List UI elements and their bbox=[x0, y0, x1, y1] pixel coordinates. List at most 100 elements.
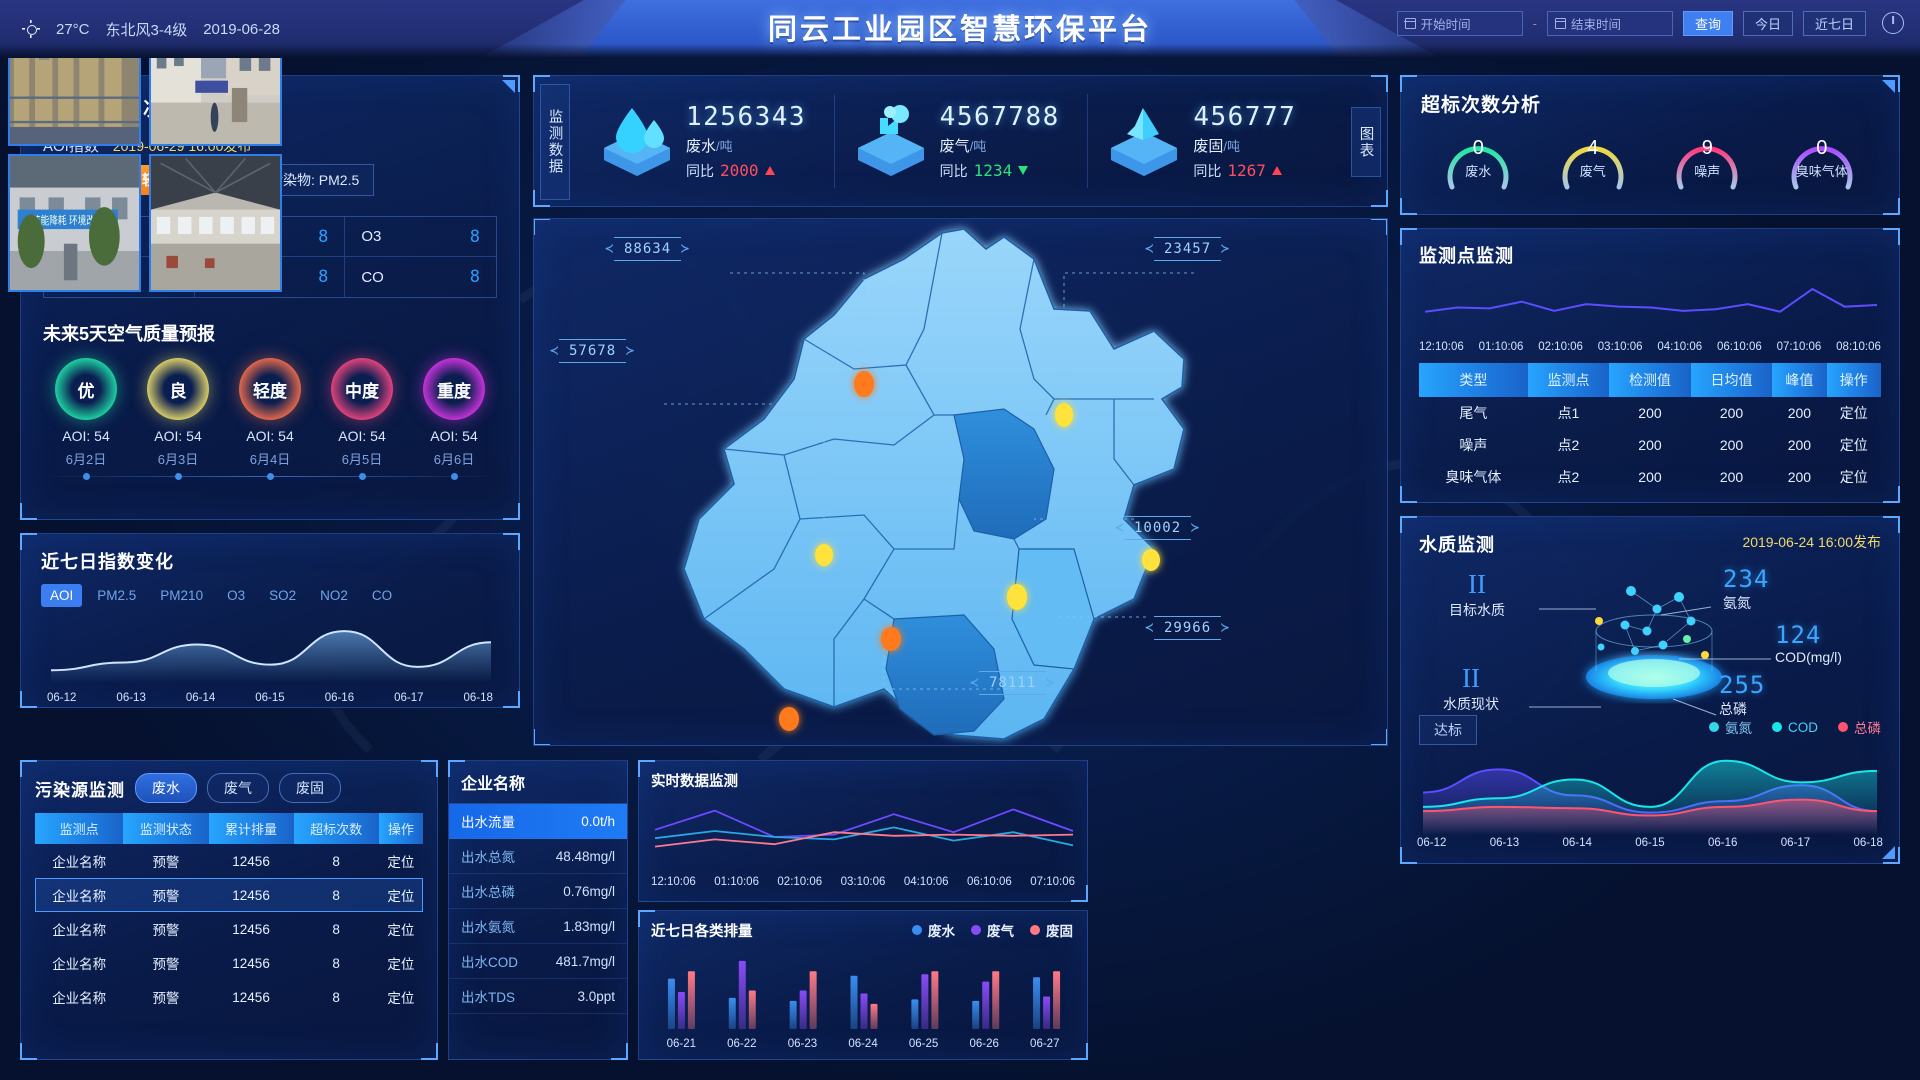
forecast-aoi: AOI: 54 bbox=[62, 428, 110, 444]
enterprise-metric-出水总氮[interactable]: 出水总氮 48.48mg/l bbox=[449, 839, 627, 874]
today-button[interactable]: 今日 bbox=[1742, 10, 1793, 36]
locate-action[interactable]: 定位 bbox=[378, 878, 423, 912]
camera-4[interactable] bbox=[149, 154, 282, 292]
chart-toggle-button[interactable]: 图表 bbox=[1351, 107, 1381, 177]
map-data-label[interactable]: 10002 bbox=[1124, 516, 1192, 540]
forecast-level-circle: 优 bbox=[55, 358, 117, 420]
camera-3[interactable]: 节能降耗 环境改善 bbox=[8, 154, 141, 292]
enterprise-metric-出水总磷[interactable]: 出水总磷 0.76mg/l bbox=[449, 874, 627, 909]
index-tab-pm210[interactable]: PM210 bbox=[151, 584, 212, 607]
table-row[interactable]: 企业名称 预警 12456 8 定位 bbox=[35, 912, 423, 946]
end-date-input[interactable]: 结束时间 bbox=[1546, 10, 1673, 36]
enterprise-metric-list: 出水流量 0.0t/h 出水总氮 48.48mg/l 出水总磷 0.76mg/l 出水氨氮 1… bbox=[449, 804, 627, 1014]
legend-color-dot bbox=[912, 925, 922, 935]
table-body: 企业名称 预警 12456 8 定位 企业名称 预警 12456 8 定位 企业名称 预警 12456 8… bbox=[35, 844, 423, 1014]
table-row[interactable]: 臭味气体 点2 200 200 200 定位 bbox=[1419, 461, 1881, 493]
query-button[interactable]: 查询 bbox=[1682, 10, 1733, 36]
legend-item-废水: 废水 bbox=[912, 920, 955, 940]
exceed-gauge-噪声: 9 噪声 bbox=[1667, 125, 1747, 191]
cell-point: 点1 bbox=[1557, 405, 1580, 421]
monitor-points-time-axis: 12:10:06 01:10:06 02:10:06 03:10:06 04:10:06… bbox=[1419, 341, 1881, 353]
axis-tick-label: 06-18 bbox=[463, 692, 493, 704]
target-grade-value: II bbox=[1468, 569, 1486, 599]
forecast-timeline-dot bbox=[266, 473, 274, 480]
map-data-label[interactable]: 88634 bbox=[614, 237, 682, 261]
index-trend-tabs: AOI PM2.5 PM210 O3 SO2 NO2 CO bbox=[41, 584, 499, 607]
tab-waste-gas[interactable]: 废气 bbox=[207, 773, 269, 803]
emission-bar-legend: 废水 废气 废固 bbox=[912, 920, 1073, 940]
index-tab-co[interactable]: CO bbox=[363, 584, 401, 607]
power-icon[interactable] bbox=[1882, 12, 1904, 34]
axis-tick-label: 06-23 bbox=[787, 1038, 818, 1050]
axis-tick-label: 07:10:06 bbox=[1776, 341, 1822, 353]
enterprise-metric-出水流量[interactable]: 出水流量 0.0t/h bbox=[449, 804, 627, 839]
pollutant-name: O3 bbox=[361, 228, 382, 245]
locate-action[interactable]: 定位 bbox=[379, 844, 423, 878]
compare-value: 1234 bbox=[973, 161, 1013, 180]
monitoring-metric-废气: 4567788 废气/吨 同比 1234 bbox=[833, 76, 1088, 206]
trend-down-icon bbox=[1018, 166, 1029, 175]
region-map-svg[interactable] bbox=[534, 219, 1388, 746]
table-row[interactable]: 噪声 点2 200 200 200 定位 bbox=[1419, 429, 1881, 461]
locate-action[interactable]: 定位 bbox=[379, 912, 423, 946]
axis-tick-label: 06:10:06 bbox=[1716, 341, 1762, 353]
table-row[interactable]: 企业名称 预警 12456 8 定位 bbox=[35, 980, 423, 1014]
map-data-label[interactable]: 29966 bbox=[1154, 616, 1222, 640]
region-map-panel[interactable]: 88634 23457 57678 10002 29966 78111 bbox=[533, 218, 1388, 746]
table-row[interactable]: 企业名称 预警 12456 8 定位 bbox=[35, 878, 423, 912]
locate-action[interactable]: 定位 bbox=[379, 980, 423, 1014]
index-tab-aoi[interactable]: AOI bbox=[41, 584, 83, 607]
start-date-input[interactable]: 开始时间 bbox=[1396, 10, 1523, 36]
trend-up-icon bbox=[1271, 166, 1282, 175]
enterprise-metric-出水氨氮[interactable]: 出水氨氮 1.83mg/l bbox=[449, 909, 627, 944]
forecast-level-circle: 良 bbox=[147, 358, 209, 420]
locate-action[interactable]: 定位 bbox=[1827, 429, 1881, 461]
legend-label: 废气 bbox=[987, 924, 1014, 939]
axis-tick-label: 03:10:06 bbox=[1597, 341, 1643, 353]
enterprise-name: 企业名称 bbox=[449, 761, 627, 804]
locate-action[interactable]: 定位 bbox=[1827, 397, 1881, 429]
tab-wastewater[interactable]: 废水 bbox=[135, 773, 197, 803]
tab-solid-waste[interactable]: 废固 bbox=[279, 773, 341, 803]
legend-label: 氨氮 bbox=[1725, 721, 1752, 736]
cell-point: 企业名称 bbox=[52, 991, 107, 1006]
cell-status: 预警 bbox=[152, 923, 180, 938]
axis-tick-label: 06-12 bbox=[47, 692, 77, 704]
corner-decoration bbox=[1368, 187, 1388, 207]
table-row[interactable]: 企业名称 预警 12456 8 定位 bbox=[35, 844, 423, 878]
monitoring-data-side-label: 监测数据 bbox=[540, 84, 570, 200]
table-row[interactable]: 尾气 点1 200 200 200 定位 bbox=[1419, 397, 1881, 429]
locate-action[interactable]: 定位 bbox=[379, 946, 423, 980]
last-seven-days-button[interactable]: 近七日 bbox=[1802, 10, 1866, 36]
index-tab-o3[interactable]: O3 bbox=[218, 584, 254, 607]
column-header: 监测点 bbox=[35, 813, 124, 844]
forecast-level-circle: 轻度 bbox=[239, 358, 301, 420]
index-tab-no2[interactable]: NO2 bbox=[311, 584, 357, 607]
pollutant-name: CO bbox=[361, 268, 384, 286]
map-data-label[interactable]: 78111 bbox=[979, 671, 1047, 695]
enterprise-metric-出水COD[interactable]: 出水COD 481.7mg/l bbox=[449, 944, 627, 979]
table-row[interactable]: 企业名称 预警 12456 8 定位 bbox=[35, 946, 423, 980]
gauge-value: 9 bbox=[1701, 137, 1713, 159]
metric-label: 出水COD bbox=[461, 955, 518, 970]
axis-tick-label: 06-13 bbox=[116, 692, 146, 704]
locate-action[interactable]: 定位 bbox=[1827, 461, 1881, 493]
axis-tick-label: 06-15 bbox=[1635, 837, 1665, 849]
map-data-label[interactable]: 23457 bbox=[1154, 237, 1222, 261]
index-tab-so2[interactable]: SO2 bbox=[260, 584, 305, 607]
map-data-label[interactable]: 57678 bbox=[559, 339, 627, 363]
cell-amount: 12456 bbox=[232, 955, 270, 971]
axis-tick-label: 06-27 bbox=[1030, 1038, 1060, 1050]
enterprise-metric-出水TDS[interactable]: 出水TDS 3.0ppt bbox=[449, 979, 627, 1014]
ammonia-label: 氨氮 bbox=[1723, 595, 1751, 611]
metric-compare: 同比 1234 bbox=[940, 161, 1060, 181]
exceed-gauge-废水: 0 废水 bbox=[1438, 125, 1518, 191]
cell-amount: 12456 bbox=[232, 853, 270, 869]
cell-point: 企业名称 bbox=[52, 957, 107, 972]
pollutant-value: 8 bbox=[318, 267, 329, 287]
cell-exceed-count: 8 bbox=[332, 955, 340, 971]
app-header: 27°C 东北风3-4级 2019-06-28 同云工业园区智慧环保平台 开始时… bbox=[0, 0, 1920, 58]
metric-unit: /吨 bbox=[716, 138, 733, 154]
water-drop-icon bbox=[598, 104, 676, 178]
index-tab-pm2-5[interactable]: PM2.5 bbox=[88, 584, 145, 607]
